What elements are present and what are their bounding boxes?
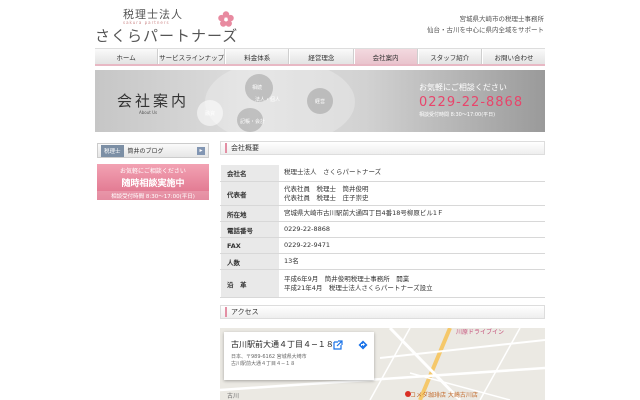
hero-title: 会社案内 <box>117 92 190 110</box>
table-row: 電話番号 0229-22-8868 <box>220 221 545 238</box>
header-tagline: 宮城県大崎市の税理士事務所 仙台・古川を中心に県内全域をサポート <box>427 14 544 36</box>
table-row: 代表者 代表社員 税理士 筒井俊明 代表社員 税理士 庄子崇史 <box>220 181 545 206</box>
row-label: FAX <box>220 237 280 254</box>
table-row: 沿 革 平成6年9月 筒井俊明税理士事務所 開業 平成21年4月 税理士法人さく… <box>220 269 545 298</box>
nav-pricing[interactable]: 料金体系 <box>225 49 290 64</box>
site-logo[interactable]: 税理士法人 sakura partners さくらパートナーズ <box>95 6 239 45</box>
hero-word-1: 相続 <box>252 85 263 91</box>
logo-main: さくらパートナーズ <box>95 27 239 45</box>
hero-contact-prompt: お気軽にご相談ください <box>419 83 507 92</box>
history-1: 平成6年9月 筒井俊明税理士事務所 開業 <box>284 274 410 283</box>
access-heading-text: アクセス <box>231 308 259 316</box>
company-info-table: 会社名 税理士法人 さくらパートナーズ 代表者 代表社員 税理士 筒井俊明 代表… <box>220 164 545 298</box>
header-tagline-line2: 仙台・古川を中心に県内全域をサポート <box>427 26 544 34</box>
row-label: 代表者 <box>220 181 280 206</box>
blog-link-label: 筒井のブログ <box>127 148 164 155</box>
consult-prompt: お気軽にご相談ください <box>120 168 186 175</box>
map-address-line2: 古川駅前大通４丁目４−１８ <box>231 361 296 367</box>
header: 税理士法人 sakura partners さくらパートナーズ 宮城県大崎市の税… <box>0 0 640 48</box>
hero-phone[interactable]: 0229-22-8868 <box>419 95 545 110</box>
blog-tag: 税理士 <box>101 144 124 157</box>
row-value: 宮城県大崎市古川駅前大通四丁目4番18号柳原ビル1Ｆ <box>279 205 545 222</box>
map-place-title: 古川駅前大通４丁目４−１８ <box>231 340 334 349</box>
hero-word-5: 記帳・会計 <box>240 119 266 125</box>
row-value: 税理士法人 さくらパートナーズ <box>279 164 545 182</box>
consult-banner[interactable]: お気軽にご相談ください 随時相談実施中 相談受付時間 8:30〜17:00(平日… <box>97 164 209 201</box>
access-section-heading: アクセス <box>220 305 545 319</box>
table-row: FAX 0229-22-9471 <box>220 237 545 254</box>
nav-home[interactable]: ホーム <box>95 49 159 64</box>
embedded-map[interactable]: 川原ドライブイン コメダ珈琲店 大崎古川店 古川 古川駅前大通４丁目４−１８ 日… <box>220 328 545 400</box>
row-value: 0229-22-8868 <box>279 221 545 238</box>
row-label: 人数 <box>220 253 280 270</box>
row-label: 沿 革 <box>220 269 280 298</box>
hero-hours: 相談受付時間 8:30〜17:00(平日) <box>419 112 496 118</box>
map-label-komeda: コメダ珈琲店 大崎古川店 <box>410 392 478 399</box>
nav-staff[interactable]: スタッフ紹介 <box>417 49 482 64</box>
nav-contact[interactable]: お問い合わせ <box>481 49 545 64</box>
arrow-right-icon: ▸ <box>197 147 205 155</box>
company-heading-text: 会社概要 <box>231 144 259 152</box>
row-label: 会社名 <box>220 164 280 182</box>
nav-philosophy[interactable]: 経営理念 <box>289 49 354 64</box>
row-value: 平成6年9月 筒井俊明税理士事務所 開業 平成21年4月 税理士法人さくらパート… <box>279 269 545 298</box>
nav-services[interactable]: サービスラインナップ <box>158 49 226 64</box>
map-address-line1: 日本、〒989-6162 宮城県大崎市 <box>231 354 307 360</box>
blog-link-button[interactable]: 税理士 筒井のブログ ▸ <box>97 143 209 158</box>
row-value: 代表社員 税理士 筒井俊明 代表社員 税理士 庄子崇史 <box>279 181 545 206</box>
hero-contact: お気軽にご相談ください 0229-22-8868 相談受付時間 8:30〜17:… <box>419 82 545 124</box>
table-row: 人数 13名 <box>220 253 545 270</box>
company-section-heading: 会社概要 <box>220 141 545 155</box>
row-value: 13名 <box>279 253 545 270</box>
consult-title: 随時相談実施中 <box>121 179 185 189</box>
representative-2: 代表社員 税理士 庄子崇史 <box>284 193 369 202</box>
sakura-flower-icon <box>218 11 234 27</box>
map-label-drivein: 川原ドライブイン <box>456 329 505 336</box>
hero-subtitle: About Us <box>139 110 158 115</box>
row-label: 電話番号 <box>220 221 280 238</box>
history-2: 平成21年4月 税理士法人さくらパートナーズ設立 <box>284 283 433 292</box>
hero-word-4: 融資 <box>205 111 216 117</box>
representative-1: 代表社員 税理士 筒井俊明 <box>284 184 369 193</box>
hero-word-3: 法人・個人 <box>255 97 281 103</box>
header-tagline-line1: 宮城県大崎市の税理士事務所 <box>459 15 545 23</box>
nav-company[interactable]: 会社案内 <box>353 49 418 64</box>
row-label: 所在地 <box>220 205 280 222</box>
map-info-card: 古川駅前大通４丁目４−１８ 日本、〒989-6162 宮城県大崎市 古川駅前大通… <box>224 332 374 380</box>
table-row: 所在地 宮城県大崎市古川駅前大通四丁目4番18号柳原ビル1Ｆ <box>220 205 545 222</box>
consult-hours: 相談受付時間 8:30〜17:00(平日) <box>97 191 209 201</box>
map-label-furukawa: 古川 <box>227 393 240 400</box>
hero-word-2: 経営 <box>315 99 326 105</box>
hero-banner: 相続 経営 法人・個人 融資 記帳・会計 会社案内 About Us お気軽にご… <box>95 70 545 132</box>
open-external-icon[interactable] <box>333 340 343 350</box>
main-nav: ホーム サービスラインナップ 料金体系 経営理念 会社案内 スタッフ紹介 お問い… <box>95 48 545 66</box>
table-row: 会社名 税理士法人 さくらパートナーズ <box>220 164 545 182</box>
row-value: 0229-22-9471 <box>279 237 545 254</box>
directions-icon[interactable] <box>358 340 368 350</box>
